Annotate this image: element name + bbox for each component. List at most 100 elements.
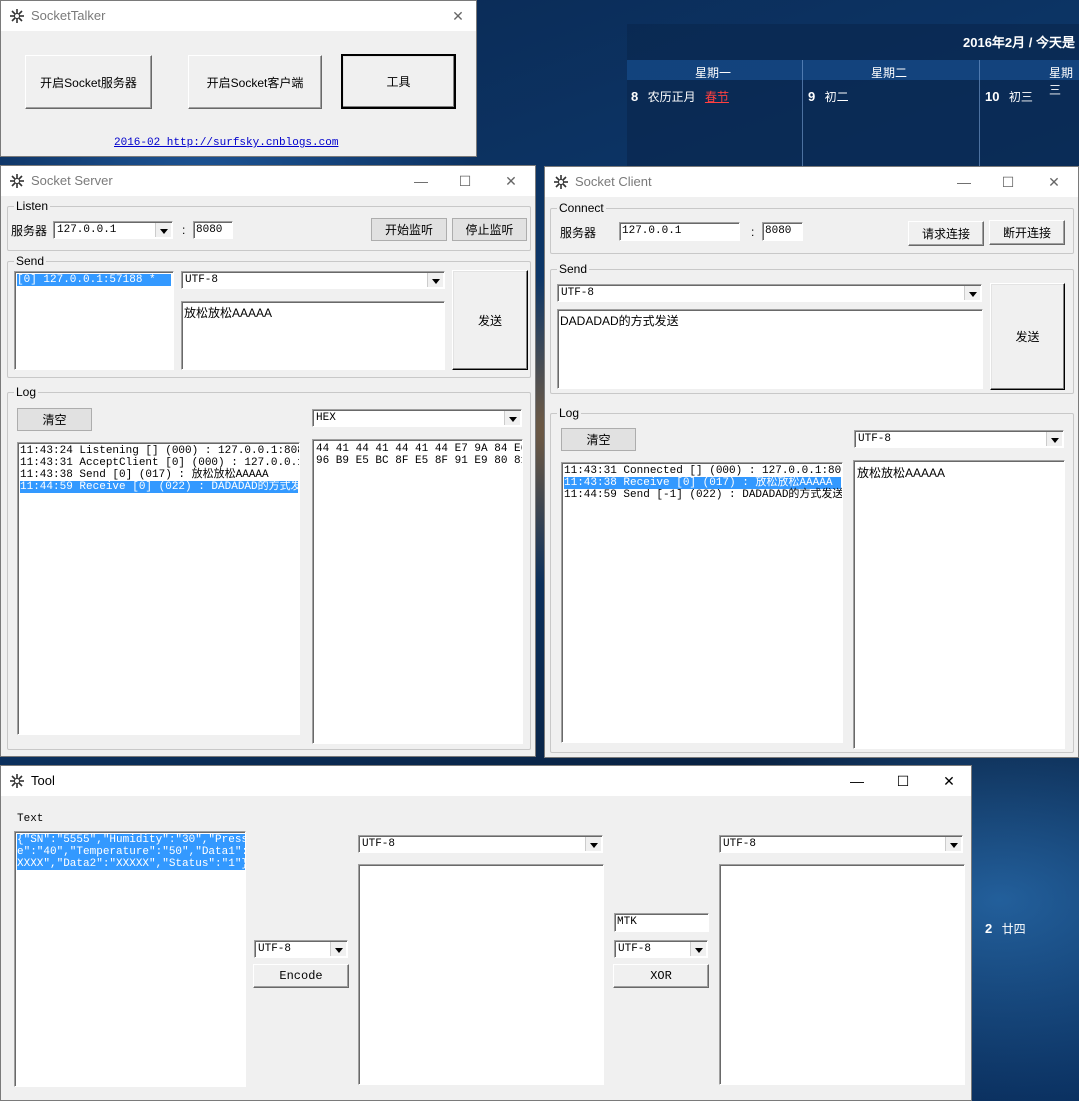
calendar-day-9[interactable]: 9 初二 <box>808 88 849 105</box>
maximize-icon[interactable]: ☐ <box>893 771 913 791</box>
group-label: Log <box>557 406 582 420</box>
day-number: 8 <box>631 89 639 104</box>
xor-encoding-select[interactable]: UTF-8 <box>614 940 708 958</box>
window-title: Socket Client <box>575 174 652 189</box>
chevron-down-icon[interactable] <box>690 942 706 956</box>
close-icon[interactable]: ✕ <box>448 6 468 26</box>
log-encoding-select[interactable]: UTF-8 <box>854 430 1064 448</box>
port-input[interactable]: 8080 <box>193 221 233 239</box>
send-button[interactable]: 发送 <box>452 270 528 370</box>
log-encoding-select[interactable]: HEX <box>312 409 522 427</box>
app-icon <box>10 774 24 788</box>
window-title: Socket Server <box>31 173 113 188</box>
list-item[interactable]: 11:43:24 Listening [] (000) : 127.0.0.1:… <box>20 445 299 457</box>
chevron-down-icon[interactable] <box>964 286 980 300</box>
ip-input[interactable]: 127.0.0.1 <box>619 222 740 241</box>
chevron-down-icon[interactable] <box>330 942 346 956</box>
port-input[interactable]: 8080 <box>762 222 803 241</box>
close-icon[interactable]: ✕ <box>501 171 521 191</box>
chevron-down-icon[interactable] <box>504 411 520 425</box>
app-icon <box>10 9 24 23</box>
log-detail[interactable]: 放松放松AAAAA <box>853 460 1065 749</box>
maximize-icon[interactable]: ☐ <box>998 172 1018 192</box>
list-item[interactable]: 11:44:59 Receive [0] (022) : DADADAD的方式发… <box>20 481 299 493</box>
day-number: 10 <box>985 89 1000 104</box>
xor-button[interactable]: XOR <box>613 964 709 988</box>
log-list[interactable]: 11:43:31 Connected [] (000) : 127.0.0.1:… <box>561 462 843 743</box>
calendar-header: 2016年2月 / 今天是 <box>963 35 1075 50</box>
app-icon <box>10 174 24 188</box>
list-item[interactable]: 11:43:38 Receive [0] (017) : 放松放松AAAAA <box>564 477 841 489</box>
connect-button[interactable]: 请求连接 <box>908 221 984 246</box>
log-detail[interactable]: 44 41 44 41 44 41 44 E7 9A 84 E6 96 B9 E… <box>312 439 523 744</box>
window-title: Tool <box>31 773 55 788</box>
group-label: Send <box>14 254 47 268</box>
send-button[interactable]: 发送 <box>990 283 1065 390</box>
socket-server-window: Socket Server — ☐ ✕ Listen 服务器 127.0.0.1… <box>0 165 536 757</box>
list-item[interactable]: 11:43:31 Connected [] (000) : 127.0.0.1:… <box>564 465 842 477</box>
list-item[interactable]: 11:43:31 AcceptClient [0] (000) : 127.0.… <box>20 457 299 469</box>
text-input[interactable]: {"SN":"5555","Humidity":"30","Pressur e"… <box>14 831 246 1087</box>
server-label: 服务器 <box>11 224 48 238</box>
weekday-tue: 星期二 <box>871 66 908 80</box>
title-bar[interactable]: Tool — ☐ ✕ <box>1 766 971 796</box>
calendar-day-2[interactable]: 2 廿四 <box>985 920 1026 937</box>
send-encoding-select[interactable]: UTF-8 <box>181 271 445 289</box>
author-link[interactable]: 2016-02 http://surfsky.cnblogs.com <box>114 137 338 149</box>
calendar-day-10[interactable]: 10 初三 <box>985 88 1033 105</box>
clear-log-button[interactable]: 清空 <box>561 428 636 451</box>
tool-window: Tool — ☐ ✕ Text {"SN":"5555","Humidity":… <box>0 765 972 1101</box>
list-item[interactable]: 11:44:59 Send [-1] (022) : DADADAD的方式发送 <box>564 489 842 501</box>
sockettalker-window: SocketTalker ✕ 开启Socket服务器 开启Socket客户端 工… <box>0 0 477 157</box>
chevron-down-icon[interactable] <box>945 837 961 851</box>
title-bar[interactable]: Socket Server — ☐ ✕ <box>1 166 535 196</box>
start-listen-button[interactable]: 开始监听 <box>371 218 447 241</box>
disconnect-button[interactable]: 断开连接 <box>989 220 1065 245</box>
send-encoding-select[interactable]: UTF-8 <box>557 284 982 302</box>
encoded-output[interactable] <box>358 864 604 1085</box>
day-number: 9 <box>808 89 816 104</box>
group-label: Connect <box>557 201 606 215</box>
holiday-label: 春节 <box>704 90 729 104</box>
encode-button[interactable]: Encode <box>253 964 349 988</box>
clear-log-button[interactable]: 清空 <box>17 408 92 431</box>
chevron-down-icon[interactable] <box>155 223 171 237</box>
right-encoding-select[interactable]: UTF-8 <box>719 835 963 853</box>
ip-select[interactable]: 127.0.0.1 <box>53 221 173 239</box>
start-server-button[interactable]: 开启Socket服务器 <box>25 55 152 109</box>
start-client-button[interactable]: 开启Socket客户端 <box>188 55 322 109</box>
chevron-down-icon[interactable] <box>585 837 601 851</box>
lunar-date: 廿四 <box>1001 922 1026 936</box>
chevron-down-icon[interactable] <box>1046 432 1062 446</box>
client-list[interactable]: [0] 127.0.0.1:57188 * <box>14 271 174 370</box>
app-icon <box>554 175 568 189</box>
group-label: Listen <box>14 199 51 213</box>
send-textarea[interactable]: DADADAD的方式发送 <box>557 309 983 389</box>
chevron-down-icon[interactable] <box>427 273 443 287</box>
calendar-day-8[interactable]: 8 农历正月 春节 <box>631 88 729 105</box>
tool-button[interactable]: 工具 <box>341 54 456 109</box>
xor-output[interactable] <box>719 864 965 1085</box>
weekday-wed: 星期三 <box>1049 66 1074 97</box>
group-label: Send <box>557 262 590 276</box>
close-icon[interactable]: ✕ <box>1044 172 1064 192</box>
title-bar[interactable]: SocketTalker ✕ <box>1 1 476 31</box>
lunar-date: 初三 <box>1008 90 1033 104</box>
window-title: SocketTalker <box>31 8 106 23</box>
encode-encoding-select[interactable]: UTF-8 <box>254 940 348 958</box>
list-item[interactable]: [0] 127.0.0.1:57188 * <box>17 274 171 286</box>
day-number: 2 <box>985 921 993 936</box>
minimize-icon[interactable]: — <box>847 771 867 791</box>
maximize-icon[interactable]: ☐ <box>455 171 475 191</box>
stop-listen-button[interactable]: 停止监听 <box>452 218 527 241</box>
minimize-icon[interactable]: — <box>411 171 431 191</box>
title-bar[interactable]: Socket Client — ☐ ✕ <box>545 167 1078 197</box>
send-textarea[interactable]: 放松放松AAAAA <box>181 301 445 370</box>
close-icon[interactable]: ✕ <box>939 771 959 791</box>
log-list[interactable]: 11:43:24 Listening [] (000) : 127.0.0.1:… <box>17 442 300 735</box>
xor-key-input[interactable]: MTK <box>614 913 709 932</box>
calendar-widget: 2016年2月 / 今天是 星期一 星期二 星期三 8 农历正月 春节 9 初二… <box>627 24 1079 166</box>
minimize-icon[interactable]: — <box>954 172 974 192</box>
list-item[interactable]: 11:43:38 Send [0] (017) : 放松放松AAAAA <box>20 469 297 481</box>
middle-encoding-select[interactable]: UTF-8 <box>358 835 603 853</box>
